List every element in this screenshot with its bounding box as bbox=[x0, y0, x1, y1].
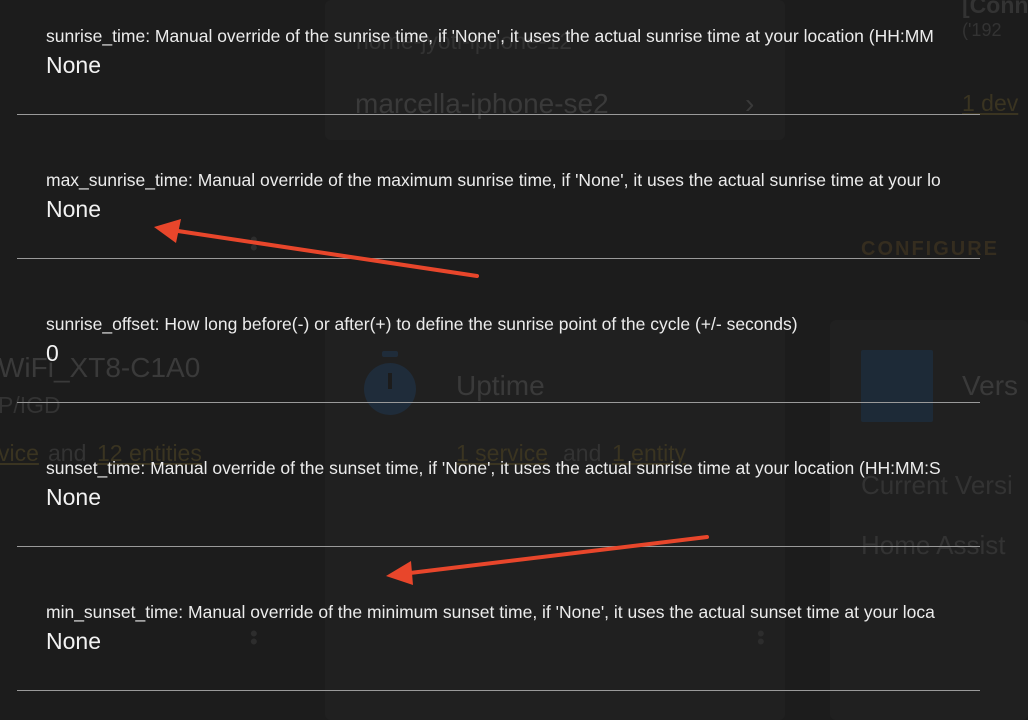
field-sunset-time[interactable]: sunset_time: Manual override of the suns… bbox=[17, 458, 980, 547]
field-label: sunrise_offset: How long before(-) or af… bbox=[46, 314, 798, 334]
field-sunrise-time[interactable]: sunrise_time: Manual override of the sun… bbox=[17, 26, 980, 115]
field-value-input[interactable]: 0 bbox=[46, 340, 59, 367]
field-sunrise-offset[interactable]: sunrise_offset: How long before(-) or af… bbox=[17, 314, 980, 403]
field-label: min_sunset_time: Manual override of the … bbox=[46, 602, 935, 622]
field-label: sunset_time: Manual override of the suns… bbox=[46, 458, 941, 478]
field-label: sunrise_time: Manual override of the sun… bbox=[46, 26, 934, 46]
field-value-input[interactable]: None bbox=[46, 52, 101, 79]
field-min-sunset-time[interactable]: min_sunset_time: Manual override of the … bbox=[17, 602, 980, 691]
field-label: max_sunrise_time: Manual override of the… bbox=[46, 170, 941, 190]
field-value-input[interactable]: None bbox=[46, 484, 101, 511]
field-max-sunrise-time[interactable]: max_sunrise_time: Manual override of the… bbox=[17, 170, 980, 259]
field-value-input[interactable]: None bbox=[46, 628, 101, 655]
options-dialog: sunrise_time: Manual override of the sun… bbox=[0, 0, 1028, 720]
field-value-input[interactable]: None bbox=[46, 196, 101, 223]
